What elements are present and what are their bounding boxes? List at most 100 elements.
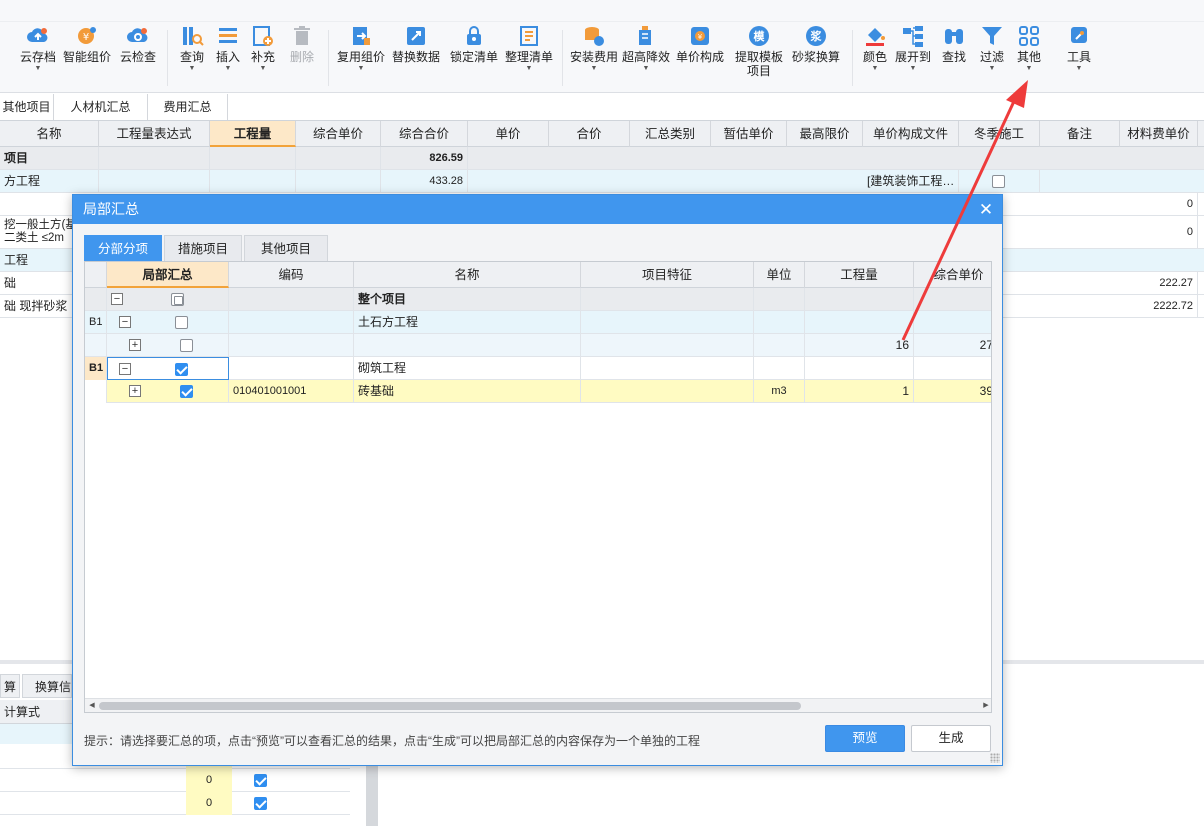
table-row[interactable]: B1 − 土石方工程: [85, 311, 991, 334]
table-row[interactable]: 方工程 433.28 [建筑装饰工程…: [0, 170, 1204, 193]
row-checkbox[interactable]: [180, 385, 193, 398]
height-efficiency-icon: [639, 26, 651, 45]
row-checkbox[interactable]: [175, 363, 188, 376]
insert-button[interactable]: 插入 ▼: [213, 24, 243, 90]
col-header[interactable]: 冬季施工: [959, 121, 1040, 147]
col-header[interactable]: 单价: [468, 121, 549, 147]
expand-to-button[interactable]: 展开到 ▼: [893, 24, 933, 90]
filter-button[interactable]: 过滤 ▼: [977, 24, 1007, 90]
collapse-icon[interactable]: −: [119, 316, 131, 328]
row-checkbox[interactable]: [171, 293, 184, 306]
chevron-down-icon: ▼: [34, 65, 42, 72]
generate-button[interactable]: 生成: [911, 725, 991, 752]
col-header-code[interactable]: 编码: [229, 262, 354, 288]
svg-text:浆: 浆: [811, 29, 823, 43]
col-header-unit[interactable]: 单位: [754, 262, 805, 288]
collapse-icon[interactable]: −: [111, 293, 123, 305]
mortar-icon: 浆: [806, 26, 826, 46]
install-cost-button[interactable]: 安装费用 ▼: [568, 24, 620, 90]
lower-row[interactable]: 0: [0, 792, 350, 815]
tab-measure-items[interactable]: 措施项目: [164, 235, 242, 261]
resize-grip[interactable]: [990, 753, 1000, 763]
col-header[interactable]: 工程量表达式: [99, 121, 210, 147]
module-tabs: 其他项目 人材机汇总 费用汇总: [0, 94, 1204, 121]
scroll-right-icon[interactable]: ▶: [979, 699, 991, 712]
row-checkbox[interactable]: [180, 339, 193, 352]
tab-other-items[interactable]: 其他项目: [0, 94, 54, 120]
col-header[interactable]: 工程量: [210, 121, 296, 147]
reuse-pricing-button[interactable]: 复用组价 ▼: [335, 24, 387, 90]
unit-price-button[interactable]: ¥ 单价构成: [674, 24, 726, 90]
winter-construction-checkbox[interactable]: [992, 175, 1005, 188]
chevron-down-icon: ▼: [188, 65, 196, 72]
expand-icon[interactable]: +: [129, 339, 141, 351]
unit-price-icon: ¥: [691, 27, 709, 45]
other-button[interactable]: 其他 ▼: [1014, 24, 1044, 90]
chevron-down-icon: ▼: [357, 65, 365, 72]
table-row[interactable]: + 010401001001 砖基础 m3 1 39: [85, 380, 991, 403]
smart-pricing-button[interactable]: ¥ 智能组价: [61, 24, 113, 90]
col-header-quantity[interactable]: 工程量: [805, 262, 914, 288]
col-header-unit-price[interactable]: 综合单价: [914, 262, 991, 288]
tab-lower-1[interactable]: 算: [0, 674, 20, 698]
height-efficiency-button[interactable]: 超高降效 ▼: [620, 24, 672, 90]
row-checkbox[interactable]: [254, 797, 267, 810]
tab-conversion-info[interactable]: 换算信: [22, 674, 72, 698]
col-header[interactable]: 暂估单价: [711, 121, 787, 147]
find-button[interactable]: 查找: [939, 24, 969, 90]
supplement-button[interactable]: 补充 ▼: [248, 24, 278, 90]
cloud-check-icon: [127, 28, 148, 42]
preview-button[interactable]: 预览: [825, 725, 905, 752]
ribbon-separator: [852, 30, 853, 86]
close-icon[interactable]: ✕: [978, 195, 994, 224]
lower-row[interactable]: 0: [0, 769, 350, 792]
tools-button[interactable]: 工具 ▼: [1064, 24, 1094, 90]
col-header[interactable]: 名称: [0, 121, 99, 147]
col-header-name[interactable]: 名称: [354, 262, 581, 288]
col-header[interactable]: 单价构成文件: [863, 121, 959, 147]
row-checkbox[interactable]: [175, 316, 188, 329]
scrollbar-thumb[interactable]: [99, 702, 801, 710]
col-header[interactable]: 汇总类别: [630, 121, 711, 147]
expand-icon[interactable]: +: [129, 385, 141, 397]
cloud-check-button[interactable]: 云检查: [117, 24, 159, 90]
extract-template-button[interactable]: 模 提取模板 项目: [731, 24, 787, 90]
tab-labor-material-summary[interactable]: 人材机汇总: [54, 94, 148, 120]
col-header[interactable]: 最高限价: [787, 121, 863, 147]
organize-list-button[interactable]: 整理清单 ▼: [503, 24, 555, 90]
lock-list-button[interactable]: 锁定清单: [448, 24, 500, 90]
table-row[interactable]: 项目 826.59: [0, 147, 1204, 170]
replace-data-button[interactable]: 替换数据: [390, 24, 442, 90]
tab-cost-summary[interactable]: 费用汇总: [148, 94, 228, 120]
col-header[interactable]: 备注: [1040, 121, 1120, 147]
query-button[interactable]: 查询 ▼: [176, 24, 208, 90]
query-icon: [183, 27, 204, 46]
col-header-partial-summary[interactable]: 局部汇总: [107, 262, 229, 288]
collapse-icon[interactable]: −: [119, 363, 131, 375]
horizontal-scrollbar[interactable]: ◀ ▶: [85, 698, 991, 712]
col-header[interactable]: 合价: [549, 121, 630, 147]
mortar-conversion-button[interactable]: 浆 砂浆换算: [790, 24, 842, 90]
table-row[interactable]: + 16 27: [85, 334, 991, 357]
tab-sub-items[interactable]: 分部分项: [84, 235, 162, 261]
scroll-left-icon[interactable]: ◀: [85, 699, 99, 712]
delete-button[interactable]: 删除: [287, 24, 317, 90]
tab-other-items[interactable]: 其他项目: [244, 235, 328, 261]
ribbon-separator: [167, 30, 168, 86]
col-header-features[interactable]: 项目特征: [581, 262, 754, 288]
cloud-save-button[interactable]: 云存档 ▼: [17, 24, 59, 90]
chevron-down-icon: ▼: [224, 65, 232, 72]
ribbon-separator: [562, 30, 563, 86]
row-checkbox[interactable]: [254, 774, 267, 787]
filter-icon: [982, 27, 1002, 45]
replace-data-icon: [407, 27, 425, 45]
table-row[interactable]: B1 − 砌筑工程: [85, 357, 991, 380]
dialog-title-bar[interactable]: 局部汇总 ✕: [73, 195, 1002, 224]
color-button[interactable]: 颜色 ▼: [860, 24, 890, 90]
col-header[interactable]: 材料费单价: [1120, 121, 1198, 147]
supplement-icon: [253, 26, 273, 46]
col-header[interactable]: 综合单价: [296, 121, 381, 147]
table-row[interactable]: − 整个项目: [85, 288, 991, 311]
col-header[interactable]: 综合合价: [381, 121, 468, 147]
partial-summary-dialog: 局部汇总 ✕ 分部分项 措施项目 其他项目 局部汇总 编码 名称 项目特征 单位…: [72, 194, 1003, 766]
